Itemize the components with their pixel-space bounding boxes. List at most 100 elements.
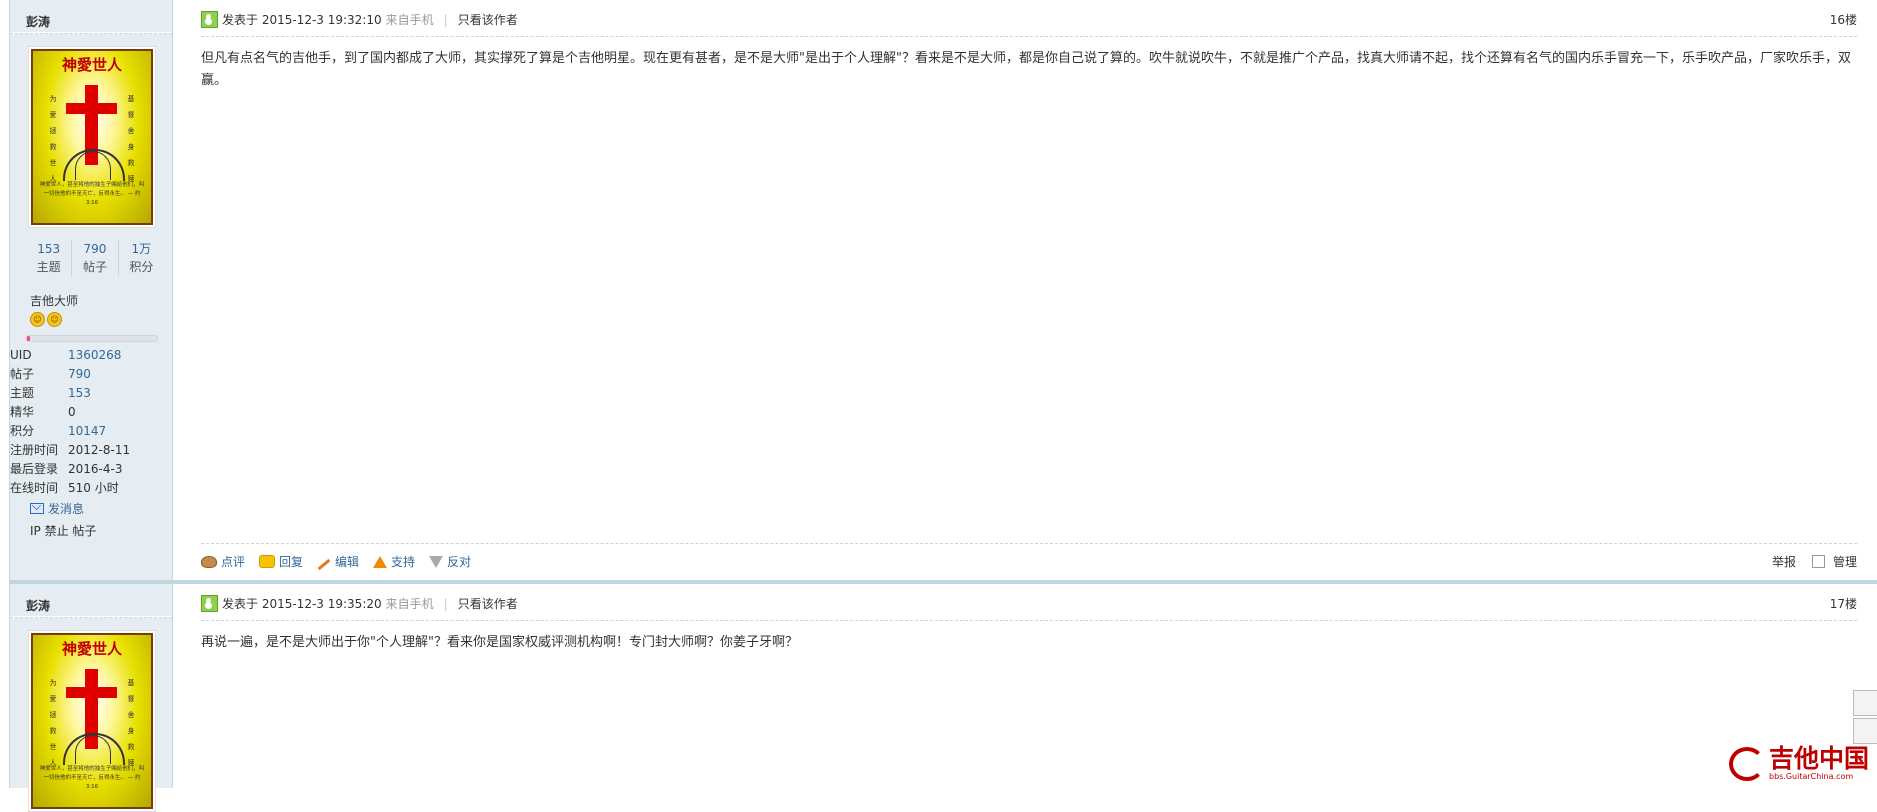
info-key: 主题 — [10, 386, 35, 400]
only-author-link[interactable]: 只看该作者 — [458, 595, 518, 612]
author-sidebar: 彭涛 神愛世人 为 爱 拯 救 世 人 基 督 舍 身 救 赎 神爱世人，甚至将… — [9, 584, 173, 812]
floor-number[interactable]: 16楼 — [1830, 11, 1857, 28]
info-key: UID — [10, 348, 32, 362]
stat-posts-label: 帖子 — [82, 260, 107, 274]
author-name[interactable]: 彭涛 — [26, 13, 50, 30]
rank-icons: ☺ ☺ — [30, 312, 62, 327]
post-device: 来自手机 — [385, 597, 434, 611]
info-value[interactable]: 790 — [68, 365, 91, 384]
only-author-link[interactable]: 只看该作者 — [458, 11, 518, 28]
site-logo: 吉他中国 bbs.GuitarChina.com — [1728, 744, 1869, 782]
send-message-link[interactable]: 发消息 — [30, 500, 84, 517]
stat-credits-num[interactable]: 1万 — [119, 240, 164, 258]
user-rank: 吉他大师 — [30, 294, 79, 308]
post-actions: 点评 回复 编辑 支持 反对 — [201, 553, 471, 571]
oppose-button[interactable]: 反对 — [429, 553, 471, 570]
author-sidebar: 彭涛 神愛世人 为 爱 拯 救 世 人 基 督 舍 身 救 赎 神爱世人，甚至将… — [9, 0, 173, 580]
pencil-icon — [317, 558, 331, 571]
rank-progress-bar — [26, 335, 158, 342]
edit-label: 编辑 — [335, 555, 360, 569]
dragon-logo-icon — [1728, 747, 1765, 781]
support-button[interactable]: 支持 — [373, 553, 415, 570]
post-17: 彭涛 神愛世人 为 爱 拯 救 世 人 基 督 舍 身 救 赎 神爱世人，甚至将… — [9, 584, 1877, 812]
floor-number[interactable]: 17楼 — [1830, 595, 1857, 612]
divider — [10, 32, 172, 34]
info-row-online: 在线时间 510 小时 — [10, 479, 170, 498]
post-meta: 发表于 2015-12-3 19:32:10 来自手机 | 只看该作者 — [201, 11, 518, 28]
edit-button[interactable]: 编辑 — [317, 553, 360, 571]
info-value: 2016-4-3 — [68, 462, 123, 476]
separator: | — [443, 12, 448, 27]
info-value[interactable]: 10147 — [68, 422, 106, 441]
stat-credits[interactable]: 1万 积分 — [119, 240, 164, 276]
post-content: 但凡有点名气的吉他手，到了国内都成了大师，其实撑死了算是个吉他明星。现在更有甚者… — [201, 51, 1851, 88]
info-row-digest: 精华 0 — [10, 403, 170, 422]
author-info-list: UID 1360268 帖子 790 主题 153 精华 0 积分 10147 注册时间 2… — [10, 346, 170, 498]
post-time: 发表于 2015-12-3 19:32:10 — [222, 13, 382, 27]
reply-label: 回复 — [279, 555, 304, 569]
info-key: 积分 — [10, 424, 35, 438]
quick-reply-icon[interactable] — [1853, 690, 1877, 716]
avatar[interactable]: 神愛世人 为 爱 拯 救 世 人 基 督 舍 身 救 赎 神爱世人，甚至将他的独… — [28, 630, 156, 812]
info-value[interactable]: 153 — [68, 384, 91, 403]
avatar-title: 神愛世人 — [61, 640, 122, 658]
back-to-top-icon[interactable] — [1853, 718, 1877, 744]
stat-threads-num[interactable]: 153 — [26, 240, 71, 258]
ip-ban-links[interactable]: IP 禁止 帖子 — [30, 522, 96, 539]
arrow-up-icon — [373, 555, 388, 568]
manage-checkbox[interactable] — [1811, 555, 1825, 568]
avatar-image[interactable]: 神愛世人 为 爱 拯 救 世 人 基 督 舍 身 救 赎 神爱世人，甚至将他的独… — [31, 633, 153, 809]
support-label: 支持 — [391, 555, 416, 569]
rate-button[interactable]: 点评 — [201, 553, 245, 570]
info-row-credits: 积分 10147 — [10, 422, 170, 441]
rate-label: 点评 — [221, 555, 246, 569]
rank-progress-fill — [27, 336, 30, 341]
avatar-right-column: 基 督 舍 身 救 赎 — [127, 679, 135, 767]
stat-posts[interactable]: 790 帖子 — [72, 240, 119, 276]
divider — [201, 36, 1857, 37]
info-row-threads: 主题 153 — [10, 384, 170, 403]
online-user-icon — [201, 595, 218, 612]
stat-posts-num[interactable]: 790 — [72, 240, 117, 258]
send-message-label: 发消息 — [48, 502, 85, 516]
divider — [10, 616, 172, 618]
info-key: 注册时间 — [10, 443, 59, 457]
author-name[interactable]: 彭涛 — [26, 597, 50, 614]
info-key: 在线时间 — [10, 481, 59, 495]
post-main: 发表于 2015-12-3 19:32:10 来自手机 | 只看该作者 16楼 … — [201, 0, 1857, 580]
stat-threads-label: 主题 — [36, 260, 61, 274]
comment-icon — [201, 555, 217, 568]
post-time: 发表于 2015-12-3 19:35:20 — [222, 597, 382, 611]
smiley-icon: ☺ — [47, 312, 62, 327]
avatar-left-column: 为 爱 拯 救 世 人 — [49, 679, 57, 767]
avatar-verse: 神爱世人，甚至将他的独生子赐给他们，叫一切信他的不至灭亡，反得永生。 — 约 3… — [39, 182, 145, 206]
report-link[interactable]: 举报 — [1772, 553, 1796, 570]
avatar-right-column: 基 督 舍 身 救 赎 — [127, 95, 135, 183]
avatar-left-column: 为 爱 拯 救 世 人 — [49, 95, 57, 183]
info-value: 0 — [68, 405, 76, 419]
info-key: 最后登录 — [10, 462, 59, 476]
info-row-posts: 帖子 790 — [10, 365, 170, 384]
divider — [201, 620, 1857, 621]
post-main: 发表于 2015-12-3 19:35:20 来自手机 | 只看该作者 17楼 … — [201, 584, 1857, 788]
post-device: 来自手机 — [385, 13, 434, 27]
info-value: 510 小时 — [68, 481, 119, 495]
envelope-icon — [30, 503, 44, 514]
avatar-title: 神愛世人 — [61, 56, 122, 74]
info-value[interactable]: 1360268 — [68, 346, 121, 365]
post-meta: 发表于 2015-12-3 19:35:20 来自手机 | 只看该作者 — [201, 595, 518, 612]
info-row-lastlogin: 最后登录 2016-4-3 — [10, 460, 170, 479]
post-content: 再说一遍，是不是大师出于你"个人理解"？看来你是国家权威评测机构啊！专门封大师啊… — [201, 635, 798, 650]
separator: | — [443, 596, 448, 611]
site-name: 吉他中国 — [1768, 744, 1869, 773]
info-key: 精华 — [10, 405, 35, 419]
stat-threads[interactable]: 153 主题 — [26, 240, 73, 276]
globe-icon — [63, 733, 125, 765]
post-16: 彭涛 神愛世人 为 爱 拯 救 世 人 基 督 舍 身 救 赎 神爱世人，甚至将… — [9, 0, 1877, 580]
reply-button[interactable]: 回复 — [259, 553, 303, 570]
avatar[interactable]: 神愛世人 为 爱 拯 救 世 人 基 督 舍 身 救 赎 神爱世人，甚至将他的独… — [28, 46, 156, 228]
post-admin-actions: 举报 管理 — [1772, 553, 1857, 570]
info-row-regdate: 注册时间 2012-8-11 — [10, 441, 170, 460]
avatar-image[interactable]: 神愛世人 为 爱 拯 救 世 人 基 督 舍 身 救 赎 神爱世人，甚至将他的独… — [31, 49, 153, 225]
info-row-uid: UID 1360268 — [10, 346, 170, 365]
